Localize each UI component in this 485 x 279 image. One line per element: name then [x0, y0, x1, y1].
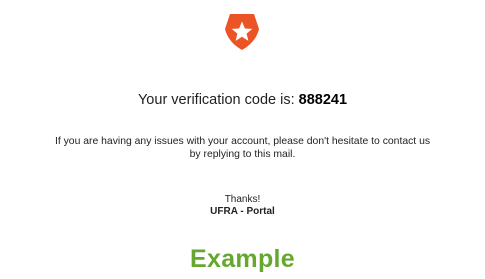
help-text-line-1: If you are having any issues with your a…: [54, 136, 431, 147]
help-text-line-2: by replying to this mail.: [189, 148, 296, 160]
code-prefix: Your verification code is:: [137, 92, 295, 108]
signoff: Thanks! UFRA - Portal: [0, 194, 485, 218]
sender-name: UFRA - Portal: [210, 206, 275, 217]
help-text: If you are having any issues with your a…: [0, 136, 485, 161]
shield-star-icon: [225, 14, 259, 50]
verification-code: 888241: [298, 92, 348, 108]
example-caption: Example: [190, 245, 295, 273]
thanks-text: Thanks!: [224, 194, 261, 205]
logo-icon: [223, 12, 261, 52]
verification-code-line: Your verification code is: 888241: [0, 92, 485, 108]
